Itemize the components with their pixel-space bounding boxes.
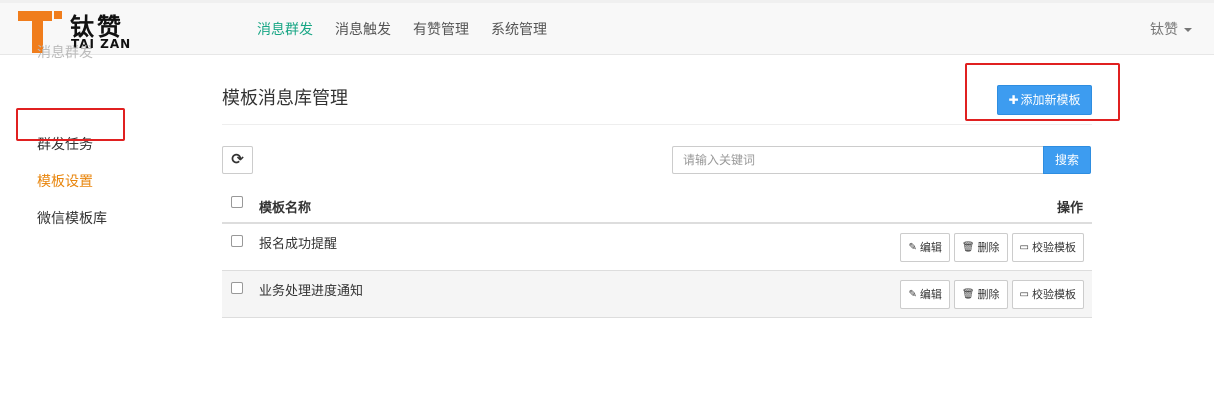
select-all-checkbox[interactable]	[231, 196, 243, 208]
sidebar-heading: 消息群发	[37, 45, 93, 61]
search-button[interactable]: 搜索	[1043, 146, 1091, 174]
verify-template-label: 校验模板	[1032, 241, 1076, 254]
column-header-ops: 操作	[1056, 201, 1083, 216]
edit-button[interactable]: ✎ 编辑	[900, 233, 950, 262]
delete-label: 删除	[977, 288, 1000, 301]
top-navbar: 钛赞 TAI ZAN 消息群发 消息触发 有赞管理 系统管理 钛赞	[0, 0, 1214, 55]
refresh-button[interactable]: ⟳	[222, 146, 253, 174]
edit-label: 编辑	[919, 288, 942, 301]
search-input[interactable]	[672, 146, 1043, 174]
highlight-box-add-button	[965, 63, 1120, 121]
sidebar-item-wechat-template-library[interactable]: 微信模板库	[37, 208, 107, 228]
highlight-box-sidebar	[16, 108, 125, 141]
row-actions: ✎ 编辑 🗑 删除 ▭ 校验模板	[900, 233, 1084, 262]
table-row: 报名成功提醒 ✎ 编辑 🗑 删除 ▭ 校验模板	[222, 224, 1092, 271]
caret-down-icon	[1184, 28, 1192, 32]
row-checkbox[interactable]	[231, 282, 243, 294]
sidebar-item-template-settings[interactable]: 模板设置	[37, 171, 93, 191]
template-table: 模板名称 操作 报名成功提醒 ✎ 编辑 🗑 删除 ▭ 校验模板 业务处理进度通知 ✎ 编…	[222, 186, 1092, 318]
trash-icon: 🗑	[961, 242, 975, 253]
delete-label: 删除	[977, 241, 1000, 254]
refresh-icon: ⟳	[231, 150, 244, 168]
delete-button[interactable]: 🗑 删除	[953, 233, 1008, 262]
delete-button[interactable]: 🗑 删除	[953, 280, 1008, 309]
row-actions: ✎ 编辑 🗑 删除 ▭ 校验模板	[900, 280, 1084, 309]
nav-item-mass-message[interactable]: 消息群发	[246, 3, 324, 58]
verify-template-button[interactable]: ▭ 校验模板	[1011, 280, 1084, 309]
page-title: 模板消息库管理	[222, 88, 348, 109]
table-row: 业务处理进度通知 ✎ 编辑 🗑 删除 ▭ 校验模板	[222, 271, 1092, 318]
user-menu[interactable]: 钛赞	[1150, 3, 1192, 58]
main-nav: 消息群发 消息触发 有赞管理 系统管理	[246, 3, 558, 58]
nav-item-youzan-management[interactable]: 有赞管理	[402, 3, 480, 58]
card-icon: ▭	[1019, 242, 1029, 253]
column-header-name: 模板名称	[259, 201, 312, 216]
card-icon: ▭	[1019, 289, 1029, 300]
trash-icon: 🗑	[961, 289, 975, 300]
nav-item-system-management[interactable]: 系统管理	[480, 3, 558, 58]
edit-icon: ✎	[908, 242, 917, 253]
verify-template-label: 校验模板	[1032, 288, 1076, 301]
nav-item-message-trigger[interactable]: 消息触发	[324, 3, 402, 58]
verify-template-button[interactable]: ▭ 校验模板	[1011, 233, 1084, 262]
user-name: 钛赞	[1150, 22, 1178, 38]
edit-icon: ✎	[908, 289, 917, 300]
template-name: 业务处理进度通知	[259, 284, 364, 299]
row-checkbox[interactable]	[231, 235, 243, 247]
edit-button[interactable]: ✎ 编辑	[900, 280, 950, 309]
template-name: 报名成功提醒	[259, 237, 338, 252]
edit-label: 编辑	[919, 241, 942, 254]
title-divider	[222, 124, 1092, 125]
table-header: 模板名称 操作	[222, 186, 1092, 224]
